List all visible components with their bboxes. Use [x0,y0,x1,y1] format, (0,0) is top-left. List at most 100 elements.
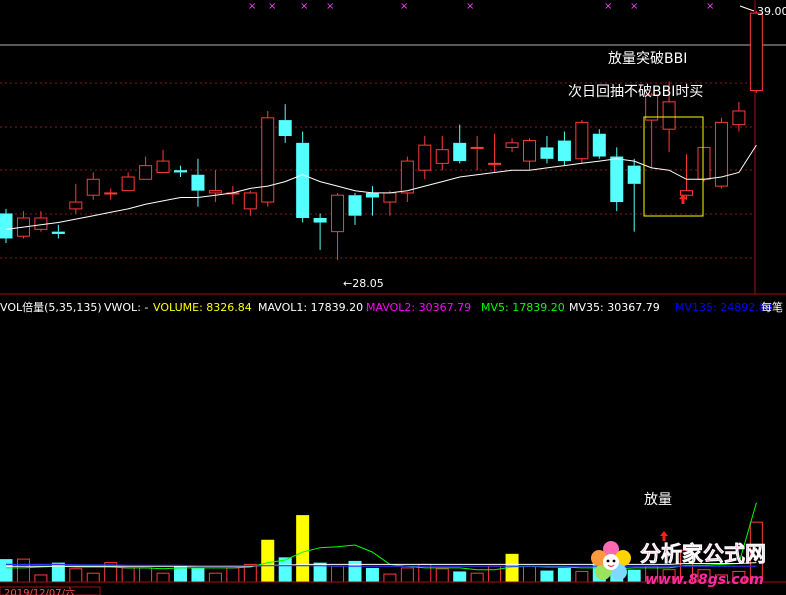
candle-body [697,146,711,180]
top-marker: × [604,1,612,12]
volume-bar [383,573,397,583]
volume-bar [69,568,83,583]
volume-bar [488,565,502,583]
candle-body [749,12,763,92]
volume-bar [365,567,379,582]
volume-bar [540,570,554,582]
candle-body [610,156,624,203]
volume-bar [435,568,449,583]
candle-body [680,190,694,196]
candle-body [296,142,310,218]
volume-legend-item: 每笔 [761,300,783,314]
volume-bar [453,571,467,582]
volume-bar [296,515,310,582]
stock-chart: × × × × × × × × × 39.00 ←28.05 放量突破BBI 次日回抽不破BBI… [0,0,786,595]
volume-legend-item: MV35: 30367.79 [569,301,660,314]
volume-bar [0,559,13,582]
volume-bar [226,567,240,583]
volume-bar [121,567,135,583]
top-marker: × [400,1,408,12]
candle-body [348,195,362,216]
candle-body [156,160,170,173]
volume-bar [34,574,48,583]
volume-bar [208,572,222,583]
candle [0,208,13,244]
candle-body [261,117,275,203]
candle-body [313,217,327,223]
candle-body [86,178,100,196]
candle-body [331,194,345,233]
candle [610,147,624,212]
candle-body [191,174,205,191]
volume-bar [139,567,153,583]
candle-body [418,144,432,171]
volume-bar [156,572,170,583]
volume-bar [261,539,275,582]
candle-body [575,121,589,160]
volume-legend-item: MV5: 17839.20 [481,301,565,314]
candle-body [69,201,83,210]
volume-bar [104,562,118,583]
candle-body [732,110,746,126]
candle-body [51,231,65,234]
candle-body [365,192,379,198]
candle-body [435,149,449,164]
candle-body [383,192,397,203]
candle [749,10,763,93]
top-marker: × [326,1,334,12]
candle-body [505,142,519,148]
low-price-label: ←28.05 [343,277,384,290]
candle-body [662,101,676,130]
candle-body [121,176,135,192]
candle-body [174,170,187,173]
candle [575,120,589,164]
candle-body [0,213,13,239]
volume-indicator-name: VOL倍量(5,35,135) [0,300,102,314]
candle [697,146,711,182]
top-marker: × [268,1,276,12]
candle-body [139,165,153,180]
candle-body [540,147,554,159]
volume-bar [86,572,100,583]
candle-body [243,192,257,210]
high-price-label: 39.00 [757,5,786,18]
top-marker: × [300,1,308,12]
candle-body [453,142,467,162]
volume-bar [523,565,536,583]
volume-legend-item: VOLUME: 8326.84 [153,301,252,314]
candle-body [488,162,502,165]
volume-bar [400,567,414,583]
volume-legend-item: MAVOL1: 17839.20 [258,301,363,314]
volume-legend-item: VWOL: - [104,301,148,314]
volume-legend-item: MAVOL2: 30367.79 [366,301,471,314]
top-marker: × [706,1,714,12]
candle-body [523,140,536,162]
candle-body [470,146,484,149]
watermark-site-name: 分析家公式网 [640,542,766,566]
volume-bar [627,569,641,582]
annotation-pullback-label: 次日回抽不破BBI时买 [568,84,703,100]
candle [261,110,275,207]
annotation-breakout-label: 放量突破BBI [608,51,687,67]
candle-body [208,190,222,194]
date-label: 2019/12/07/六 [4,587,75,595]
top-marker: × [248,1,256,12]
candle-body [557,140,571,162]
candle-body [34,217,48,230]
volume-legend-item: MV135: 24892.84 [675,301,773,314]
volume-bar [557,567,571,582]
volume-bar [575,570,589,583]
volume-bar [191,567,205,582]
volume-bar [331,565,345,583]
candle-body [400,160,414,194]
top-marker: × [466,1,474,12]
volume-bar [51,562,65,582]
top-marker: × [630,1,638,12]
candle-body [627,165,641,184]
watermark-site-url: www.88gs.com [645,572,764,588]
volume-bar [470,572,484,583]
candle-body [278,120,292,137]
candle-body [104,192,118,195]
candle-body [592,133,606,157]
volume-bar [16,558,30,583]
